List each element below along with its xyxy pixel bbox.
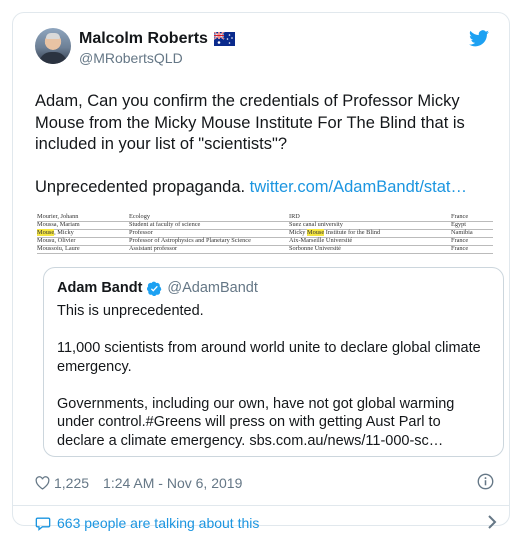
australian-flag-icon xyxy=(213,32,235,46)
verified-badge-icon xyxy=(147,281,162,296)
list-cell-institution-pre: Micky xyxy=(289,229,308,236)
author-handle[interactable]: @MRobertsQLD xyxy=(79,50,183,66)
quoted-tweet[interactable]: Adam Bandt @AdamBandt This is unpreceden… xyxy=(43,267,504,457)
scientist-list-image[interactable]: Mourier, Johann Ecology IRD France Mouss… xyxy=(37,213,493,255)
author-name[interactable]: Malcolm Roberts xyxy=(79,30,208,48)
tweet-card[interactable]: Malcolm Roberts @MRobertsQLD Adam, Can y… xyxy=(12,12,510,531)
highlight-mouse: Mouse xyxy=(307,229,325,236)
list-cell-name: Mourier, Johann xyxy=(37,213,79,220)
list-cell-country: Egypt xyxy=(451,221,467,228)
highlight-mouse: Mouse xyxy=(37,229,55,236)
list-cell-institution: Suez canal university xyxy=(289,221,343,228)
conversation-link[interactable]: 663 people are talking about this xyxy=(35,513,497,533)
list-cell-position: Professor of Astrophysics and Planetary … xyxy=(129,237,251,244)
chevron-right-icon[interactable] xyxy=(487,515,497,529)
list-cell-institution: Micky Mouse Institute for the Blind xyxy=(289,229,380,236)
tweet-text: Adam, Can you confirm the credentials of… xyxy=(35,91,495,199)
list-cell-name: Moussa, Mariam xyxy=(37,221,80,228)
list-cell-country: France xyxy=(451,245,469,252)
quoted-tweet-header: Adam Bandt @AdamBandt xyxy=(57,280,258,296)
list-cell-country: France xyxy=(451,213,469,220)
list-cell-name-rest: , Micky xyxy=(54,229,74,236)
info-icon[interactable] xyxy=(477,473,494,490)
like-count[interactable]: 1,225 xyxy=(54,475,89,491)
tweet-text-tail: Unprecedented propaganda. xyxy=(35,178,250,196)
list-cell-institution: Sorbonne Université xyxy=(289,245,341,252)
list-cell-institution-post: Institute for the Blind xyxy=(324,229,381,236)
quoted-tweet-text: This is unprecedented. 11,000 scientists… xyxy=(57,303,481,449)
avatar[interactable] xyxy=(35,28,71,64)
tweet-link[interactable]: twitter.com/AdamBandt/stat… xyxy=(250,178,467,196)
avatar-hair xyxy=(46,33,60,39)
list-cell-country: France xyxy=(451,237,469,244)
list-cell-name: Mousu, Olivier xyxy=(37,237,76,244)
list-cell-institution: Aix-Marseille Université xyxy=(289,237,353,244)
tweet-meta: 1,225 1:24 AM - Nov 6, 2019 xyxy=(35,473,497,493)
speech-bubble-icon xyxy=(35,517,51,531)
twitter-bird-icon[interactable] xyxy=(469,30,489,47)
tweet-timestamp[interactable]: 1:24 AM - Nov 6, 2019 xyxy=(103,475,242,491)
list-cell-position: Professor xyxy=(129,229,153,236)
conversation-label[interactable]: 663 people are talking about this xyxy=(57,515,259,531)
quoted-author-handle: @AdamBandt xyxy=(167,280,258,296)
list-cell-institution: IRD xyxy=(289,213,300,220)
list-cell-position: Assistant professor xyxy=(129,245,178,252)
list-cell-position: Student at faculty of science xyxy=(129,221,201,228)
list-cell-country: Namibia xyxy=(451,229,473,236)
heart-icon[interactable] xyxy=(35,476,50,490)
divider xyxy=(13,505,509,506)
list-cell-name: Moussoiu, Laure xyxy=(37,245,80,252)
avatar-suit xyxy=(39,52,67,64)
list-cell-position: Ecology xyxy=(129,213,150,220)
list-row: Moussoiu, Laure Assistant professor Sorb… xyxy=(37,245,493,254)
tweet-text-main: Adam, Can you confirm the credentials of… xyxy=(35,92,465,153)
list-cell-name: Mouse, Micky xyxy=(37,229,74,236)
author-name-row[interactable]: Malcolm Roberts xyxy=(79,30,235,48)
quoted-author-name: Adam Bandt xyxy=(57,280,143,296)
